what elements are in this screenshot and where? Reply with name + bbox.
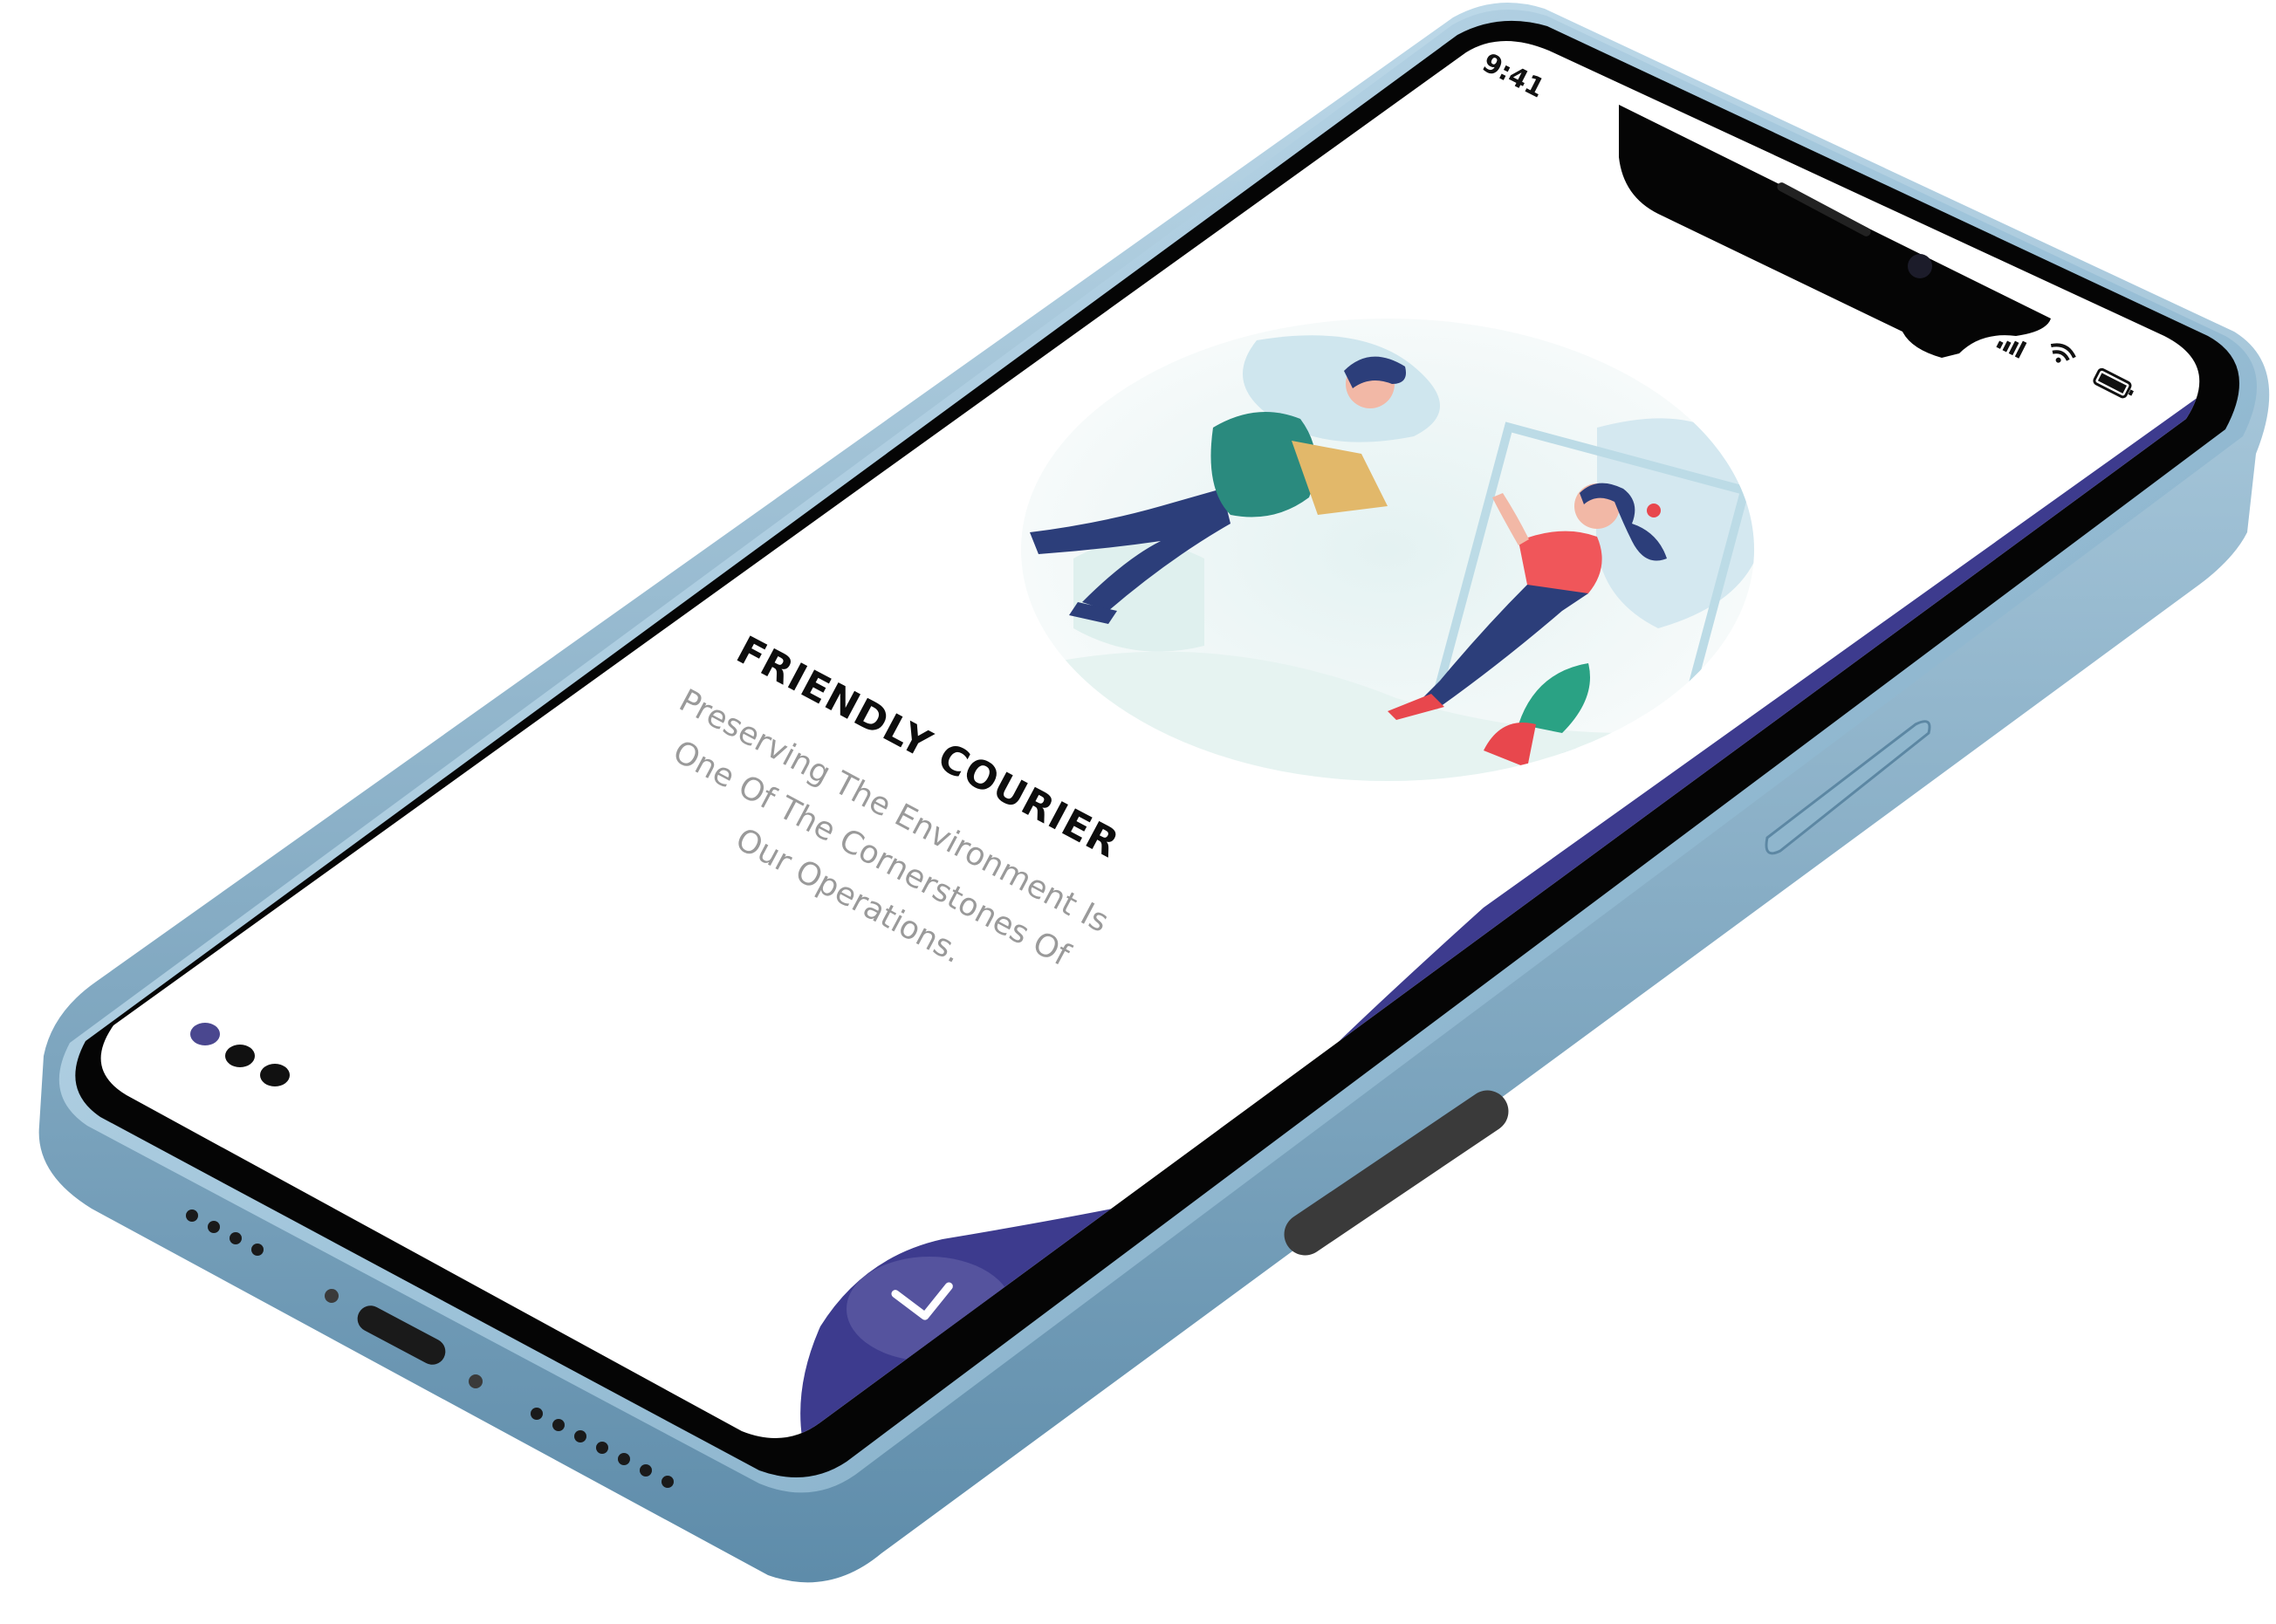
page-dot[interactable] — [260, 1064, 290, 1086]
phone-device: 9:41 FRIENDLY COURIER Preserving The Env… — [38, 2, 2270, 1583]
front-camera — [1908, 254, 1932, 278]
page-dot[interactable] — [225, 1045, 255, 1067]
screw — [325, 1289, 339, 1303]
screw — [469, 1374, 483, 1388]
device-mockup: 9:41 FRIENDLY COURIER Preserving The Env… — [0, 0, 2276, 1624]
page-dot-active[interactable] — [190, 1023, 220, 1045]
